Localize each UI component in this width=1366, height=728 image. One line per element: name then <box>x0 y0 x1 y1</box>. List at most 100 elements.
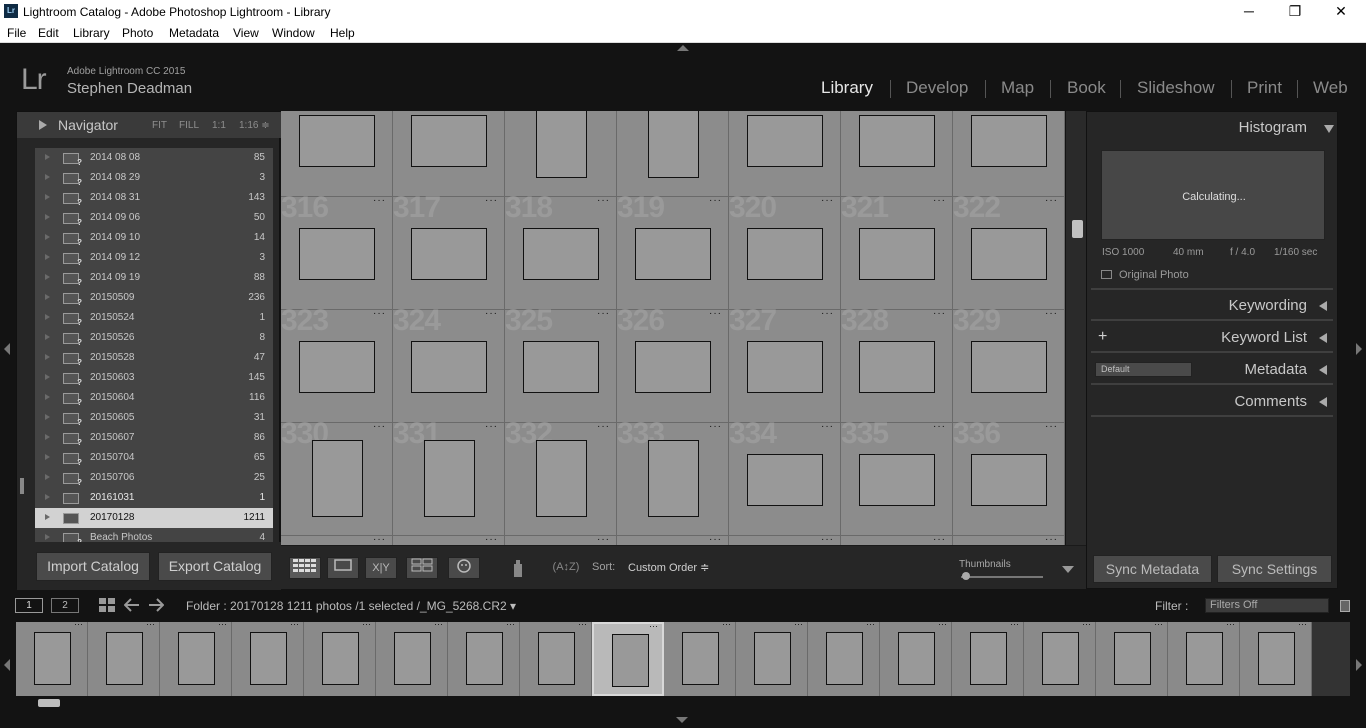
cell-options-icon[interactable]: ··· <box>506 622 515 629</box>
cell-options-icon[interactable]: ··· <box>578 622 587 629</box>
photo-thumbnail[interactable] <box>178 632 215 685</box>
photo-thumbnail[interactable] <box>682 632 719 685</box>
photo-thumbnail[interactable] <box>859 454 935 506</box>
grid-cell[interactable]: ··· <box>505 534 617 545</box>
folder-row[interactable]: 2014 09 12 3 <box>35 248 273 268</box>
filmstrip-cell[interactable]: ··· <box>1168 622 1240 696</box>
import-catalog-button[interactable]: Import Catalog <box>36 552 150 581</box>
folder-row[interactable]: 2014 08 31 143 <box>35 188 273 208</box>
nav-zoom-fit[interactable]: FIT <box>152 120 167 131</box>
grid-cell[interactable]: 334 ··· <box>729 417 841 536</box>
navigator-header[interactable]: Navigator FIT FILL 1:1 1:16 ≑ <box>17 112 281 138</box>
grid-cell[interactable]: 326 ··· <box>617 304 729 423</box>
photo-thumbnail[interactable] <box>635 341 711 393</box>
photo-thumbnail[interactable] <box>411 341 487 393</box>
photo-thumbnail[interactable] <box>859 341 935 393</box>
cell-options-icon[interactable]: ··· <box>485 308 498 319</box>
grid-scroll-thumb[interactable] <box>1072 220 1083 238</box>
module-slideshow[interactable]: Slideshow <box>1137 78 1215 98</box>
folder-row[interactable]: 20170128 1211 <box>35 508 273 528</box>
filmstrip-cell[interactable]: ··· <box>1240 622 1312 696</box>
cell-options-icon[interactable]: ··· <box>373 421 386 432</box>
photo-thumbnail[interactable] <box>523 228 599 280</box>
grid-cell[interactable]: 333 ··· <box>617 417 729 536</box>
photo-thumbnail[interactable] <box>34 632 71 685</box>
module-web[interactable]: Web <box>1313 78 1348 98</box>
grid-cell[interactable]: ··· <box>617 111 729 197</box>
photo-thumbnail[interactable] <box>971 454 1047 506</box>
survey-view-button[interactable] <box>406 557 438 579</box>
photo-thumbnail[interactable] <box>299 115 375 167</box>
grid-cell[interactable]: ··· <box>841 534 953 545</box>
folder-row[interactable]: 20150524 1 <box>35 308 273 328</box>
filmstrip-cell[interactable]: ··· <box>160 622 232 696</box>
close-button[interactable]: ✕ <box>1326 2 1356 20</box>
photo-thumbnail[interactable] <box>747 454 823 506</box>
expand-triangle-icon[interactable] <box>45 214 50 220</box>
thumbnail-size-slider[interactable] <box>961 576 1043 578</box>
original-photo-checkbox[interactable] <box>1101 270 1112 279</box>
folder-row[interactable]: 20150603 145 <box>35 368 273 388</box>
photo-thumbnail[interactable] <box>859 115 935 167</box>
grid-cell[interactable]: 330 ··· <box>281 417 393 536</box>
cell-options-icon[interactable]: ··· <box>146 622 155 629</box>
grid-cell[interactable]: 320 ··· <box>729 191 841 310</box>
grid-cell[interactable]: ··· <box>393 534 505 545</box>
photo-thumbnail[interactable] <box>106 632 143 685</box>
module-develop[interactable]: Develop <box>906 78 968 98</box>
filmstrip-cell[interactable]: ··· <box>16 622 88 696</box>
folder-row[interactable]: 2014 08 29 3 <box>35 168 273 188</box>
expand-triangle-icon[interactable] <box>45 434 50 440</box>
menu-window[interactable]: Window <box>272 26 315 40</box>
cell-options-icon[interactable]: ··· <box>821 308 834 319</box>
expand-triangle-icon[interactable] <box>45 454 50 460</box>
photo-thumbnail[interactable] <box>523 341 599 393</box>
photo-thumbnail[interactable] <box>971 341 1047 393</box>
cell-options-icon[interactable]: ··· <box>373 534 386 545</box>
cell-options-icon[interactable]: ··· <box>1298 622 1307 629</box>
module-print[interactable]: Print <box>1247 78 1282 98</box>
cell-options-icon[interactable]: ··· <box>597 308 610 319</box>
cell-options-icon[interactable]: ··· <box>597 195 610 206</box>
collapse-triangle-icon[interactable] <box>1324 125 1334 133</box>
photo-thumbnail[interactable] <box>971 115 1047 167</box>
expand-triangle-icon[interactable] <box>45 314 50 320</box>
expand-triangle-icon[interactable] <box>45 494 50 500</box>
module-map[interactable]: Map <box>1001 78 1034 98</box>
photo-thumbnail[interactable] <box>1186 632 1223 685</box>
grid-cell[interactable]: 329 ··· <box>953 304 1065 423</box>
menu-photo[interactable]: Photo <box>122 26 153 40</box>
thumbnail-size-knob[interactable] <box>962 572 970 580</box>
nav-zoom-1-1[interactable]: 1:1 <box>212 120 226 131</box>
photo-thumbnail[interactable] <box>536 111 587 178</box>
cell-options-icon[interactable]: ··· <box>933 421 946 432</box>
filmstrip-cell[interactable]: ··· <box>376 622 448 696</box>
expand-triangle-icon[interactable] <box>1319 365 1327 375</box>
filter-lock-icon[interactable] <box>1340 600 1350 612</box>
photo-thumbnail[interactable] <box>859 228 935 280</box>
cell-options-icon[interactable]: ··· <box>597 421 610 432</box>
photo-thumbnail[interactable] <box>312 440 363 517</box>
secondary-window-button[interactable]: 2 <box>51 598 79 613</box>
folder-row[interactable]: 20150607 86 <box>35 428 273 448</box>
folder-row[interactable]: 20150706 25 <box>35 468 273 488</box>
expand-triangle-icon[interactable] <box>45 234 50 240</box>
histogram-header[interactable]: Histogram <box>1239 119 1307 136</box>
cell-options-icon[interactable]: ··· <box>597 534 610 545</box>
expand-triangle-icon[interactable] <box>45 334 50 340</box>
filmstrip-scroll-thumb[interactable] <box>38 699 60 707</box>
add-keyword-icon[interactable]: + <box>1098 328 1107 346</box>
cell-options-icon[interactable]: ··· <box>821 195 834 206</box>
grid-cell[interactable]: ··· <box>281 534 393 545</box>
module-library[interactable]: Library <box>821 78 873 98</box>
photo-thumbnail[interactable] <box>394 632 431 685</box>
cell-options-icon[interactable]: ··· <box>485 195 498 206</box>
photo-thumbnail[interactable] <box>299 341 375 393</box>
filter-select[interactable]: Filters Off <box>1205 598 1329 613</box>
cell-options-icon[interactable]: ··· <box>794 622 803 629</box>
expand-triangle-icon[interactable] <box>45 254 50 260</box>
cell-options-icon[interactable]: ··· <box>649 622 658 631</box>
cell-options-icon[interactable]: ··· <box>290 622 299 629</box>
right-panel-toggle-icon[interactable] <box>1356 343 1362 355</box>
grid-cell[interactable]: ··· <box>729 534 841 545</box>
